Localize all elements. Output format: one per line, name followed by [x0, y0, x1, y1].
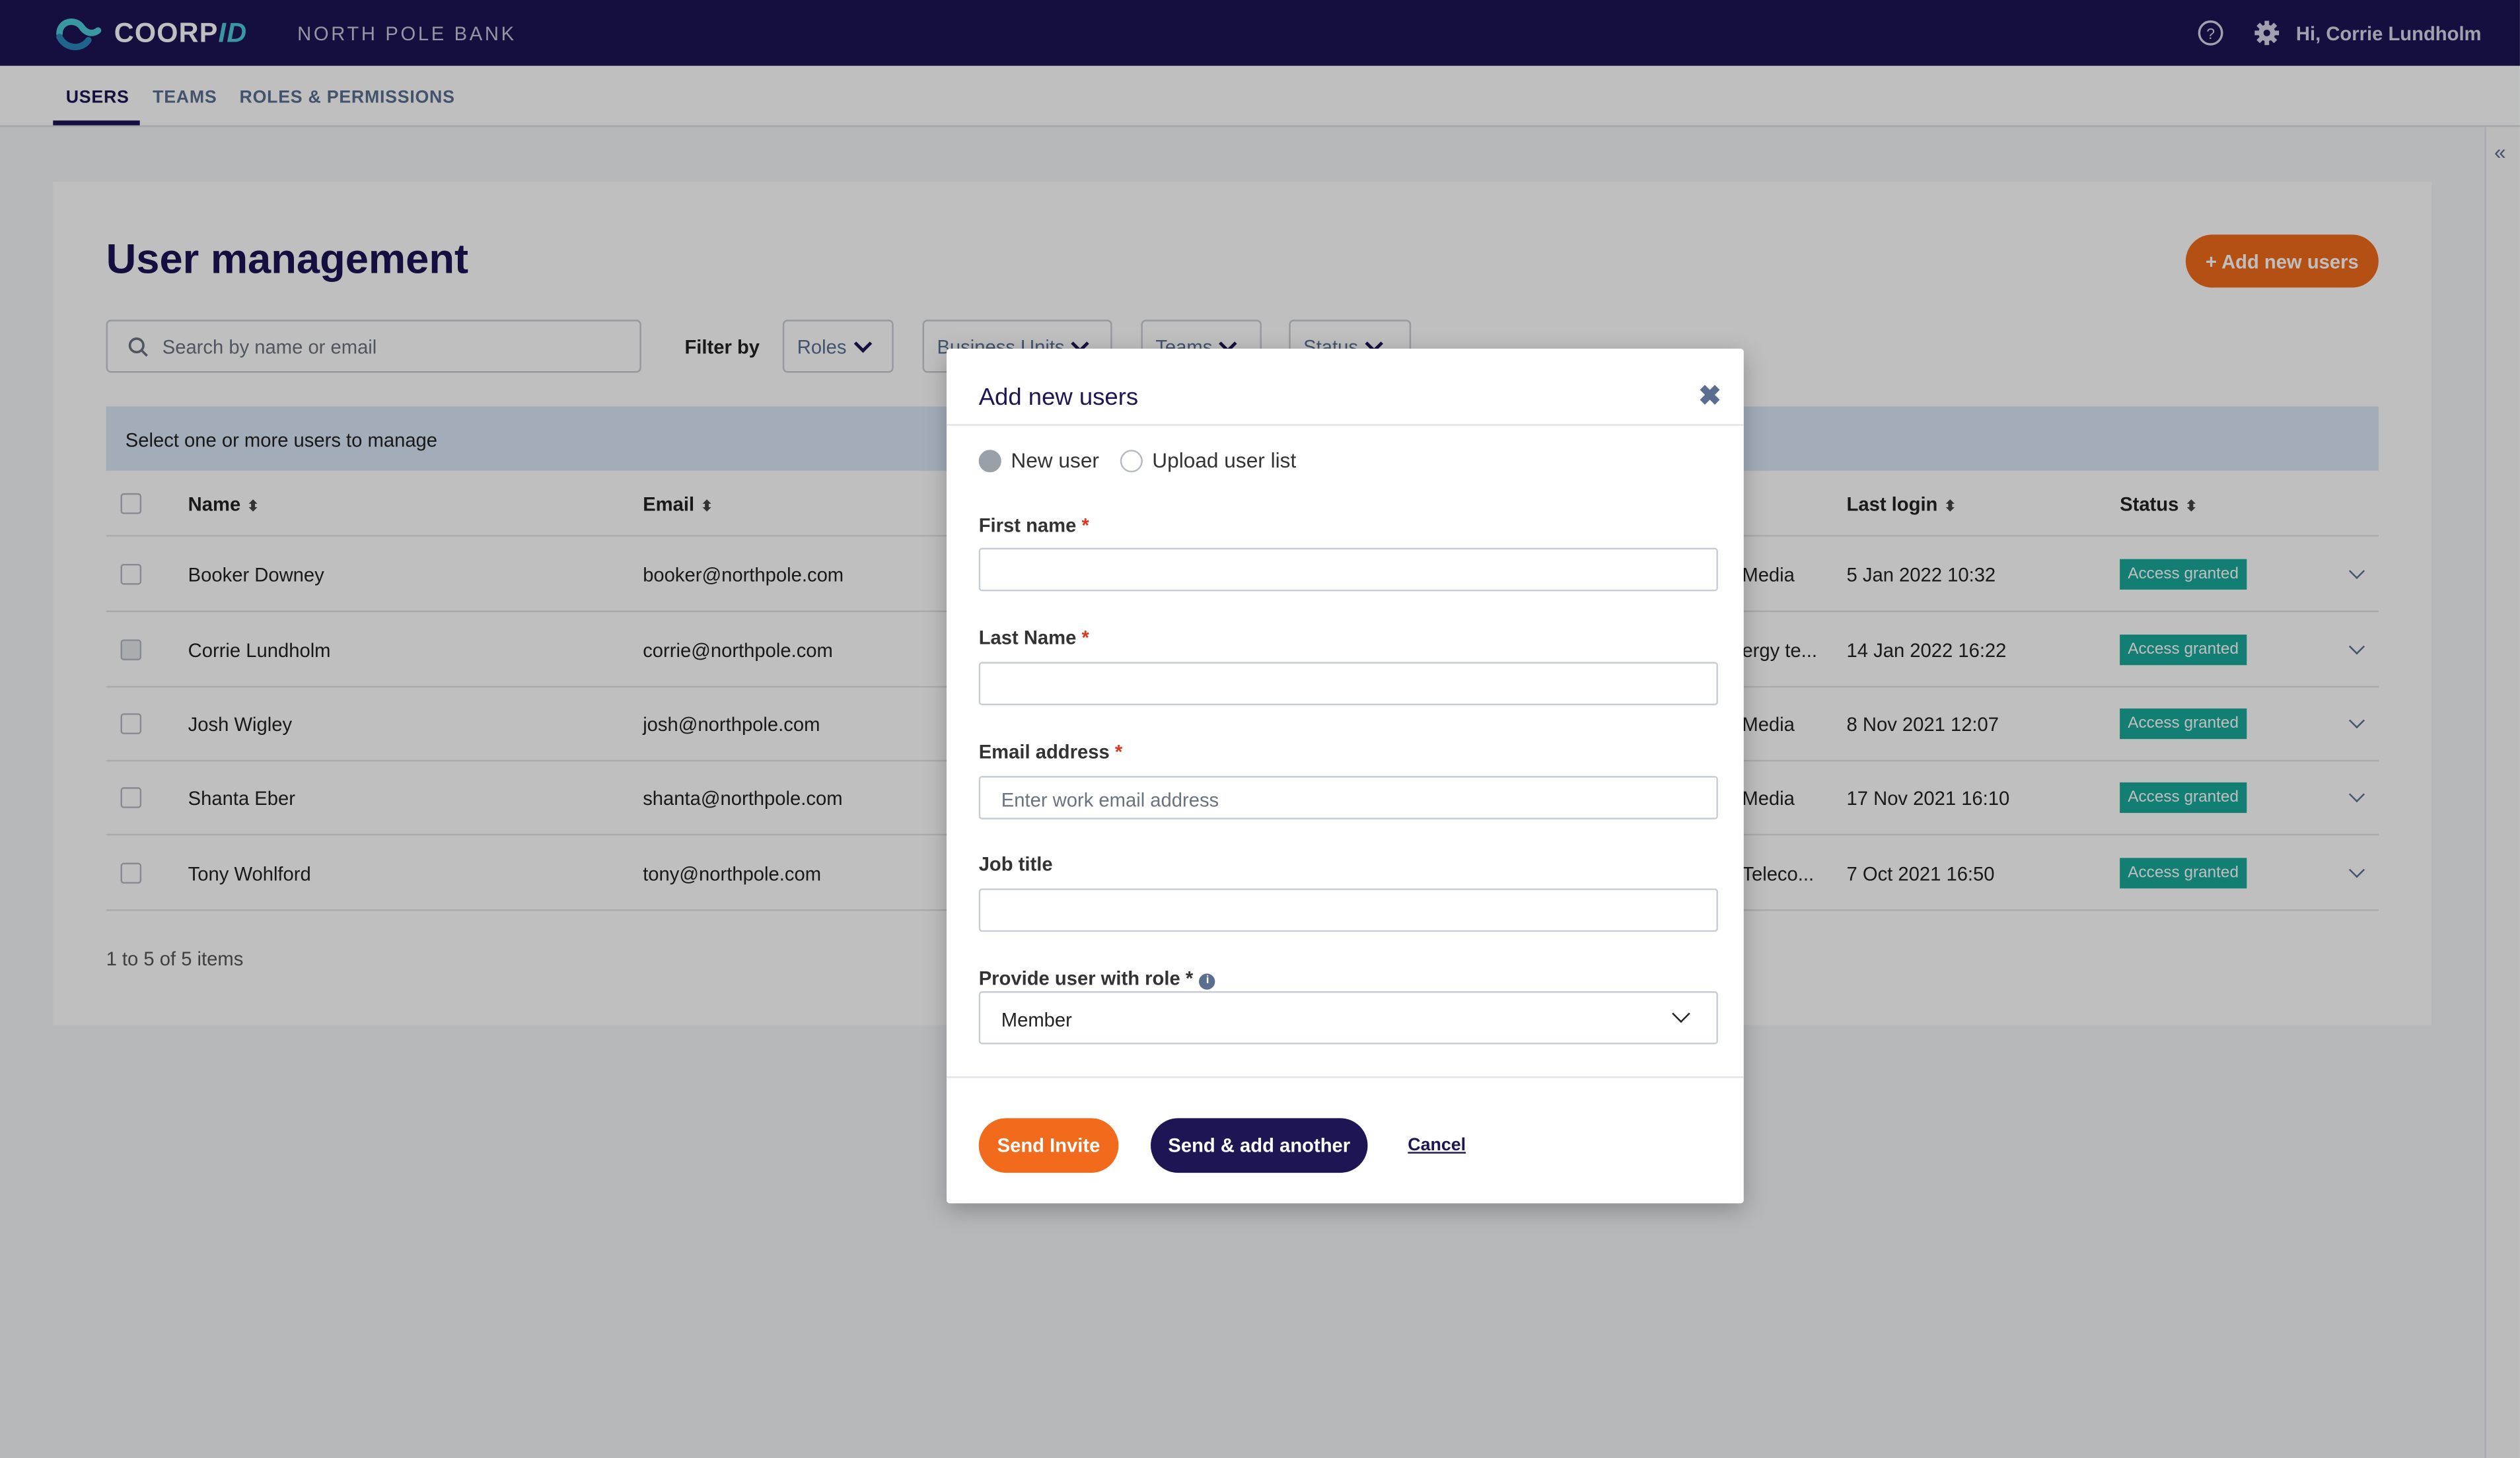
last-name-field[interactable]	[978, 662, 1718, 706]
job-title-label: Job title	[978, 852, 1053, 876]
email-label: Email address *	[978, 740, 1123, 763]
dialog-title: Add new users	[978, 384, 1139, 411]
email-field[interactable]: Enter work email address	[978, 776, 1718, 819]
role-select-value: Member	[1001, 1008, 1072, 1031]
last-name-label: Last Name *	[978, 626, 1089, 649]
send-and-add-another-button[interactable]: Send & add another	[1151, 1118, 1368, 1173]
email-placeholder: Enter work email address	[1001, 788, 1219, 812]
radio-new-user-label[interactable]: New user	[1011, 448, 1099, 472]
radio-new-user[interactable]	[978, 449, 1001, 472]
cancel-button[interactable]: Cancel	[1408, 1136, 1466, 1155]
role-label: Provide user with role * i	[979, 967, 1216, 990]
divider	[947, 1076, 1744, 1078]
send-invite-button[interactable]: Send Invite	[978, 1118, 1119, 1173]
info-icon[interactable]: i	[1199, 973, 1216, 990]
radio-upload-user-list-label[interactable]: Upload user list	[1152, 448, 1296, 472]
chevron-down-icon	[1672, 1004, 1690, 1023]
user-mode-radio-group: New user Upload user list	[978, 448, 1296, 472]
job-title-field[interactable]	[978, 888, 1718, 932]
role-select[interactable]: Member	[978, 991, 1718, 1045]
first-name-field[interactable]	[978, 547, 1718, 592]
close-icon[interactable]: ✖	[1698, 381, 1721, 413]
divider	[947, 424, 1744, 426]
add-new-users-dialog: Add new users ✖ New user Upload user lis…	[947, 348, 1744, 1204]
radio-upload-user-list[interactable]	[1120, 449, 1143, 472]
first-name-label: First name *	[978, 514, 1089, 537]
